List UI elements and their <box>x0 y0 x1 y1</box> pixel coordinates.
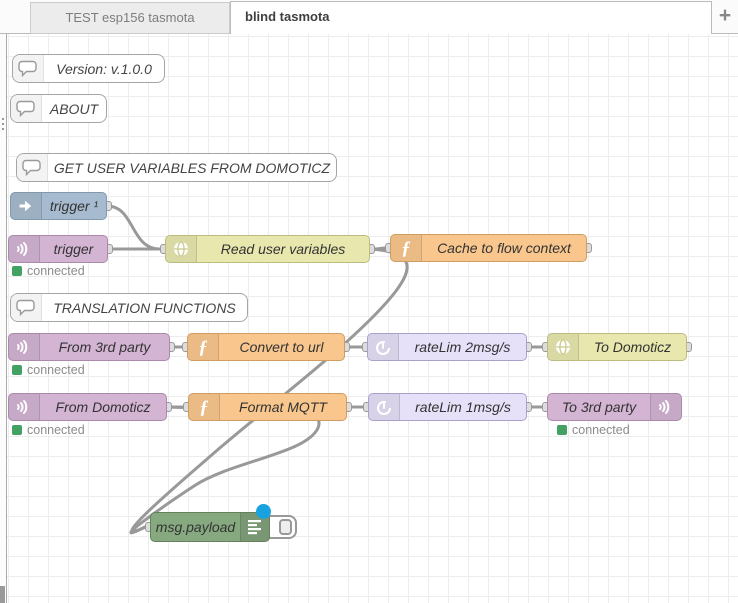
delay-node-ratelim-1msgs[interactable]: rateLim 1msg/s <box>368 393 527 421</box>
comment-icon <box>11 95 42 122</box>
wire[interactable] <box>105 204 162 251</box>
tab-test-esp156-tasmota[interactable]: TEST esp156 tasmota <box>30 2 230 34</box>
function-icon: ƒ <box>188 334 219 360</box>
comment-label: GET USER VARIABLES FROM DOMOTICZ <box>53 159 331 176</box>
comment-label: Version: v.1.0.0 <box>56 60 152 77</box>
mqtt-broadcast-icon <box>9 236 40 262</box>
workspace-tabbar: TEST esp156 tasmota blind tasmota + <box>0 0 738 34</box>
node-label: rateLim 1msg/s <box>415 399 511 415</box>
timer-icon <box>368 334 399 360</box>
tab-label: blind tasmota <box>245 9 330 24</box>
comment-node-translation-functions[interactable]: TRANSLATION FUNCTIONS <box>10 293 248 322</box>
node-label: trigger <box>53 241 94 257</box>
comment-node-get-user-variables[interactable]: GET USER VARIABLES FROM DOMOTICZ <box>16 153 337 182</box>
function-icon: ƒ <box>391 235 422 261</box>
changed-indicator-dot <box>256 504 271 519</box>
node-label: Read user variables <box>220 241 346 257</box>
function-icon: ƒ <box>189 394 220 420</box>
node-label: Cache to flow context <box>437 240 571 256</box>
node-label: msg.payload <box>155 519 236 535</box>
splitter-grip <box>2 118 4 120</box>
status-connected-dot <box>12 425 22 435</box>
comment-icon <box>13 55 44 82</box>
mqtt-broadcast-icon <box>9 334 40 360</box>
mqtt-in-node-from-3rd-party[interactable]: From 3rd party <box>8 333 170 361</box>
node-label: To 3rd party <box>561 399 637 415</box>
wire[interactable] <box>130 247 409 534</box>
mqtt-broadcast-icon <box>9 394 40 420</box>
status-text: connected <box>27 423 85 437</box>
node-status: connected <box>12 423 85 437</box>
status-connected-dot <box>12 266 22 276</box>
node-label: trigger ¹ <box>49 198 99 214</box>
node-label: From 3rd party <box>58 339 151 355</box>
comment-icon <box>17 154 48 181</box>
function-node-format-mqtt[interactable]: ƒ Format MQTT <box>188 393 347 421</box>
comment-node-version[interactable]: Version: v.1.0.0 <box>12 54 165 83</box>
mqtt-out-node-to-3rd-party[interactable]: To 3rd party <box>547 393 682 421</box>
comment-icon <box>11 294 42 321</box>
node-label: From Domoticz <box>55 399 151 415</box>
node-label: Format MQTT <box>239 399 327 415</box>
http-request-node-to-domoticz[interactable]: To Domoticz <box>547 333 687 361</box>
inject-icon <box>11 193 42 219</box>
inject-node-trigger1[interactable]: trigger ¹ <box>10 192 107 220</box>
comment-label: TRANSLATION FUNCTIONS <box>53 299 236 316</box>
comment-node-about[interactable]: ABOUT <box>10 94 107 123</box>
node-label: rateLim 2msg/s <box>414 339 511 355</box>
node-status: connected <box>12 264 85 278</box>
mqtt-in-node-trigger[interactable]: trigger <box>8 235 108 263</box>
function-node-cache-to-flow-context[interactable]: ƒ Cache to flow context <box>390 234 587 262</box>
plus-icon: + <box>718 4 732 27</box>
status-connected-dot <box>557 425 567 435</box>
tab-label: TEST esp156 tasmota <box>65 10 195 25</box>
node-status: connected <box>12 363 85 377</box>
function-node-convert-to-url[interactable]: ƒ Convert to url <box>187 333 345 361</box>
timer-icon <box>369 394 400 420</box>
debug-node-msg-payload[interactable]: msg.payload <box>150 512 270 542</box>
palette-splitter[interactable] <box>0 34 7 603</box>
comment-label: ABOUT <box>49 100 99 117</box>
status-text: connected <box>572 423 630 437</box>
node-label: To Domoticz <box>593 339 672 355</box>
globe-icon <box>548 334 579 360</box>
mqtt-broadcast-icon <box>650 394 681 420</box>
node-label: Convert to url <box>239 339 324 355</box>
add-tab-button[interactable]: + <box>712 0 738 34</box>
status-connected-dot <box>12 365 22 375</box>
status-text: connected <box>27 363 85 377</box>
status-text: connected <box>27 264 85 278</box>
globe-icon <box>166 236 197 262</box>
http-request-node-read-user-variables[interactable]: Read user variables <box>165 235 370 263</box>
tab-blind-tasmota[interactable]: blind tasmota <box>230 1 712 34</box>
mqtt-in-node-from-domoticz[interactable]: From Domoticz <box>8 393 167 421</box>
scrollbar-thumb[interactable] <box>0 586 5 603</box>
delay-node-ratelim-2msgs[interactable]: rateLim 2msg/s <box>367 333 527 361</box>
node-status: connected <box>557 423 630 437</box>
